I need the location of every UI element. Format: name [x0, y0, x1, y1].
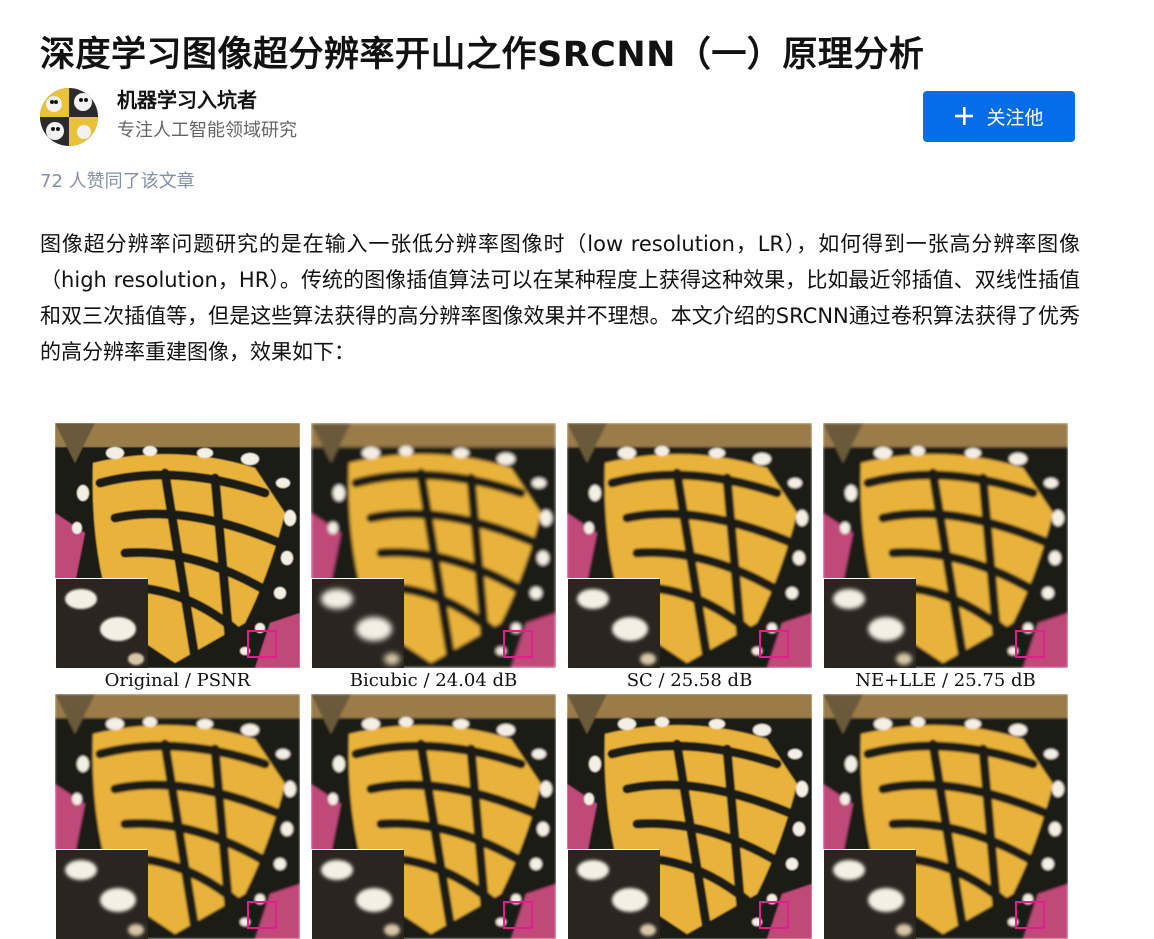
zoom-inset	[567, 578, 660, 668]
caption-original: Original / PSNR	[104, 670, 251, 691]
caption-bicubic: Bicubic / 24.04 dB	[349, 670, 518, 691]
follow-button[interactable]: 关注他	[923, 91, 1075, 142]
zoom-region-marker	[759, 630, 789, 658]
caption-ne-lle: NE+LLE / 25.75 dB	[855, 670, 1036, 691]
zoom-region-marker	[247, 630, 277, 658]
zoom-inset	[55, 578, 148, 668]
article-paragraph: 图像超分辨率问题研究的是在输入一张低分辨率图像时（low resolution，…	[40, 232, 1080, 364]
butterfly-panel-row2-3	[567, 694, 812, 939]
plus-icon	[954, 103, 974, 131]
butterfly-panel-row2-2	[311, 694, 556, 939]
author-bio: 专注人工智能领域研究	[117, 120, 297, 141]
zoom-inset	[311, 849, 404, 939]
likes-count[interactable]: 72 人赞同了该文章	[40, 167, 195, 197]
caption-sc: SC / 25.58 dB	[626, 670, 753, 691]
zoom-region-marker	[1015, 901, 1045, 929]
zoom-inset	[55, 849, 148, 939]
zoom-region-marker	[1015, 630, 1045, 658]
zoom-inset	[823, 849, 916, 939]
author-name[interactable]: 机器学习入坑者	[117, 85, 257, 115]
butterfly-panel-row2-4	[823, 694, 1068, 939]
butterfly-panel-row2-1	[55, 694, 300, 939]
author-avatar[interactable]	[40, 88, 98, 146]
zoom-inset	[823, 578, 916, 668]
zoom-region-marker	[247, 901, 277, 929]
zoom-region-marker	[759, 901, 789, 929]
butterfly-panel-sc	[567, 423, 812, 668]
butterfly-panel-bicubic	[311, 423, 556, 668]
comparison-figure: Original / PSNR Bicubic / 24.04 dB SC / …	[55, 423, 1069, 939]
zoom-inset	[567, 849, 660, 939]
follow-label: 关注他	[986, 107, 1044, 129]
butterfly-panel-original	[55, 423, 300, 668]
butterfly-panel-ne-lle	[823, 423, 1068, 668]
zoom-region-marker	[503, 630, 533, 658]
zoom-region-marker	[503, 901, 533, 929]
zoom-inset	[311, 578, 404, 668]
article-title: 深度学习图像超分辨率开山之作SRCNN（一）原理分析	[40, 35, 925, 76]
